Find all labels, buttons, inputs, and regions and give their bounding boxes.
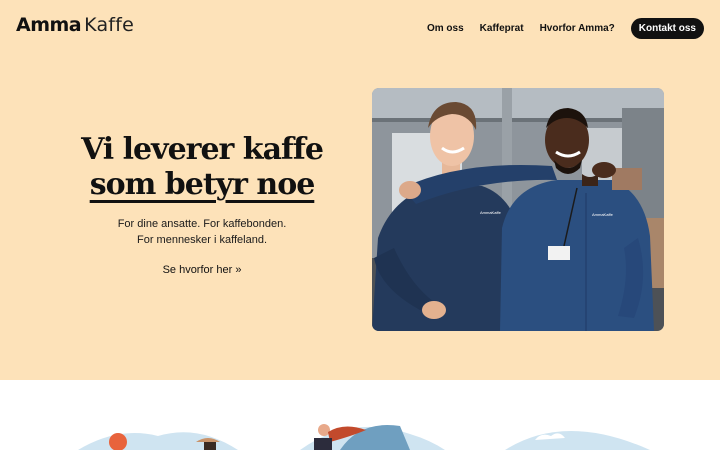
- logo-bold-text: Amma: [16, 14, 82, 36]
- nav-item-hvorfor-amma[interactable]: Hvorfor Amma?: [540, 23, 615, 34]
- subtext-line-1: For dine ansatte. For kaffebonden.: [117, 218, 287, 230]
- logo[interactable]: Amma Kaffe: [16, 14, 134, 36]
- headline-line-1: Vi leverer kaffe: [81, 132, 324, 167]
- hero-headline: Vi leverer kaffe som betyr noe: [62, 132, 342, 202]
- people-illustration-icon: [300, 424, 445, 450]
- see-why-link[interactable]: Se hvorfor her »: [62, 264, 342, 276]
- headline-line-2: som betyr noe: [89, 167, 316, 202]
- nav-item-om-oss[interactable]: Om oss: [427, 23, 464, 34]
- illustration-people: [300, 418, 445, 455]
- farm-illustration-icon: [78, 432, 238, 451]
- illustration-farm: [78, 418, 238, 455]
- shirt-logo-left: AmmaKaffe: [480, 210, 502, 215]
- main-nav: Om oss Kaffeprat Hvorfor Amma? Kontakt o…: [411, 18, 704, 39]
- nav-item-kaffeprat[interactable]: Kaffeprat: [480, 23, 524, 34]
- landscape-illustration-icon: [505, 431, 650, 450]
- logo-light-text: Kaffe: [84, 14, 134, 36]
- hero-subtext: For dine ansatte. For kaffebonden. For m…: [62, 216, 342, 248]
- contact-button[interactable]: Kontakt oss: [630, 18, 704, 39]
- hero-photo: AmmaKaffe AmmaKaffe: [372, 88, 664, 331]
- shirt-logo-right: AmmaKaffe: [592, 212, 614, 217]
- illustration-landscape: [505, 418, 650, 455]
- subtext-line-2: For mennesker i kaffeland.: [136, 234, 268, 246]
- hero-photo-image: AmmaKaffe AmmaKaffe: [372, 88, 664, 331]
